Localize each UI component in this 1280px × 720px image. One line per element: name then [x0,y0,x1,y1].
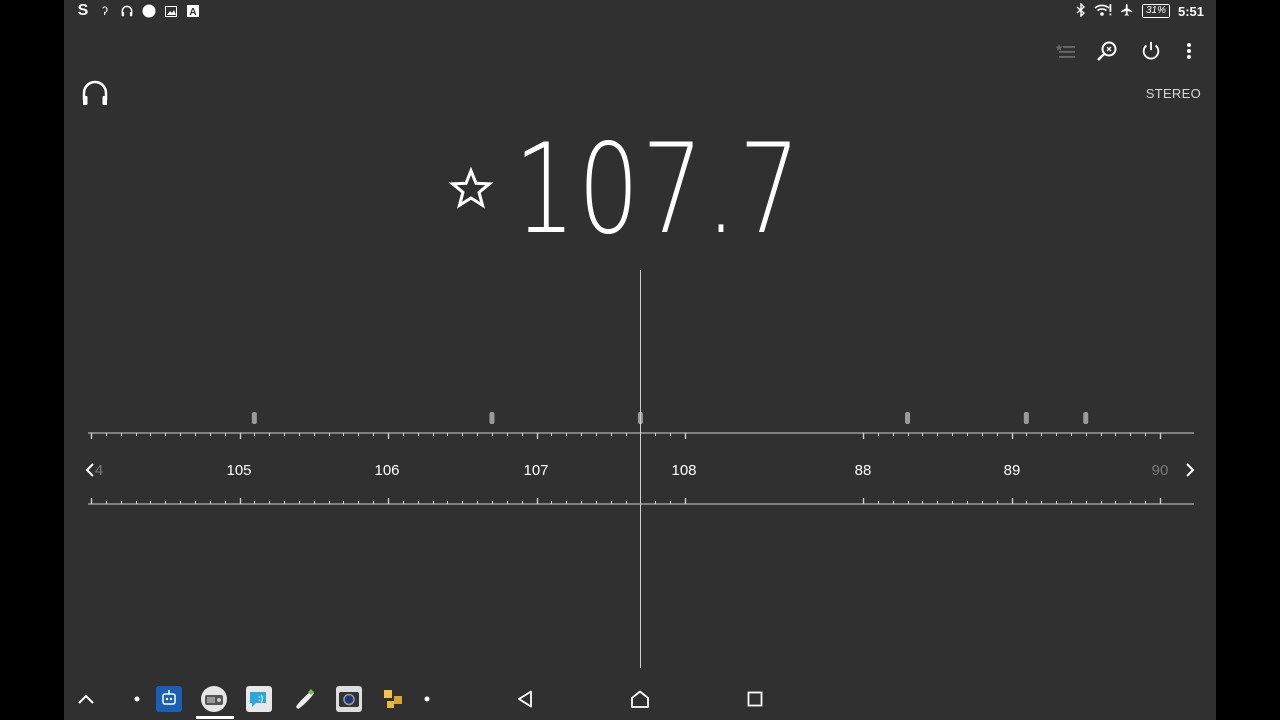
star-outline-icon [448,166,494,209]
headphones-icon [116,2,138,20]
favorites-list-icon [1055,44,1075,58]
headphones-icon [82,80,108,105]
square-icon [747,691,763,707]
dock-app-remote[interactable] [156,686,182,712]
notification-icons: S ʔ A [72,2,204,20]
home-button[interactable] [627,686,653,712]
expand-dock-button[interactable] [73,686,99,712]
search-stations-icon [1097,41,1117,61]
bluetooth-icon [1076,1,1086,20]
dot-icon [134,696,140,702]
airplane-icon [1120,3,1134,20]
clock: 5:51 [1177,3,1204,19]
circle-icon [138,2,160,20]
tuning-needle [640,270,641,668]
back-triangle-icon [518,690,532,708]
robot-icon [162,690,176,705]
dial-label: 105 [226,462,252,479]
current-frequency: 107.7 [514,118,803,262]
dock-app-phone[interactable] [291,686,317,712]
dock-app-messaging[interactable]: :) [246,686,272,712]
image-icon [160,2,182,20]
dock-app-camera[interactable] [336,686,362,712]
preset-marker[interactable] [489,412,495,424]
more-vert-icon [1187,43,1191,59]
preset-marker[interactable] [1023,412,1029,424]
dial-label-faded-left: 4 [94,462,104,479]
favorites-list-button[interactable] [1050,36,1082,66]
chevron-right-icon [1186,463,1195,477]
files-icon [384,690,402,708]
recent-apps-button[interactable] [742,686,768,712]
back-button[interactable] [512,686,538,712]
svg-text::): :) [258,694,264,703]
home-icon [631,690,649,708]
dot-icon [424,696,430,702]
s-app-icon: S [77,2,89,19]
power-button[interactable] [1135,36,1167,66]
dock-app-files[interactable] [381,686,407,712]
dial-label: 88 [854,462,872,479]
scan-up-button[interactable] [1180,460,1200,480]
favorite-star-button[interactable] [448,166,494,212]
dial-label: 106 [374,462,400,479]
chevron-up-icon [78,694,94,704]
preset-marker[interactable] [251,412,257,424]
dock-dot [414,686,440,712]
dock-app-radio[interactable] [201,686,227,712]
battery-indicator: 31% [1141,4,1170,18]
radio-icon [205,695,223,705]
radio-app-screen: S ʔ A 31% 5:51 STEREO 107.7 4 105 106 10… [64,0,1216,720]
audio-mode-label[interactable]: STEREO [1146,86,1201,101]
hook-icon: ʔ [102,4,108,18]
chat-bubble-icon: :) [250,692,266,707]
dial-label: 89 [1003,462,1021,479]
dial-label-faded-right: 90 [1151,462,1169,479]
system-status: 31% 5:51 [1076,1,1204,20]
status-bar: S ʔ A 31% 5:51 [64,0,1216,22]
power-icon [1142,41,1160,60]
more-menu-button[interactable] [1173,36,1205,66]
chevron-left-icon [85,463,94,477]
dial-label: 108 [671,462,697,479]
active-app-indicator [196,716,234,719]
dial-label: 107 [523,462,549,479]
dock-dot [124,686,150,712]
wifi-alert-icon [1094,3,1112,20]
preset-marker[interactable] [1083,412,1089,424]
preset-marker[interactable] [905,412,911,424]
search-stations-button[interactable] [1092,36,1124,66]
camera-icon [339,692,359,707]
phone-handset-icon [296,689,314,709]
svg-text:A: A [189,7,196,17]
navigation-bar [64,676,1216,720]
headphones-output-button[interactable] [80,78,110,108]
font-a-icon: A [182,2,204,20]
